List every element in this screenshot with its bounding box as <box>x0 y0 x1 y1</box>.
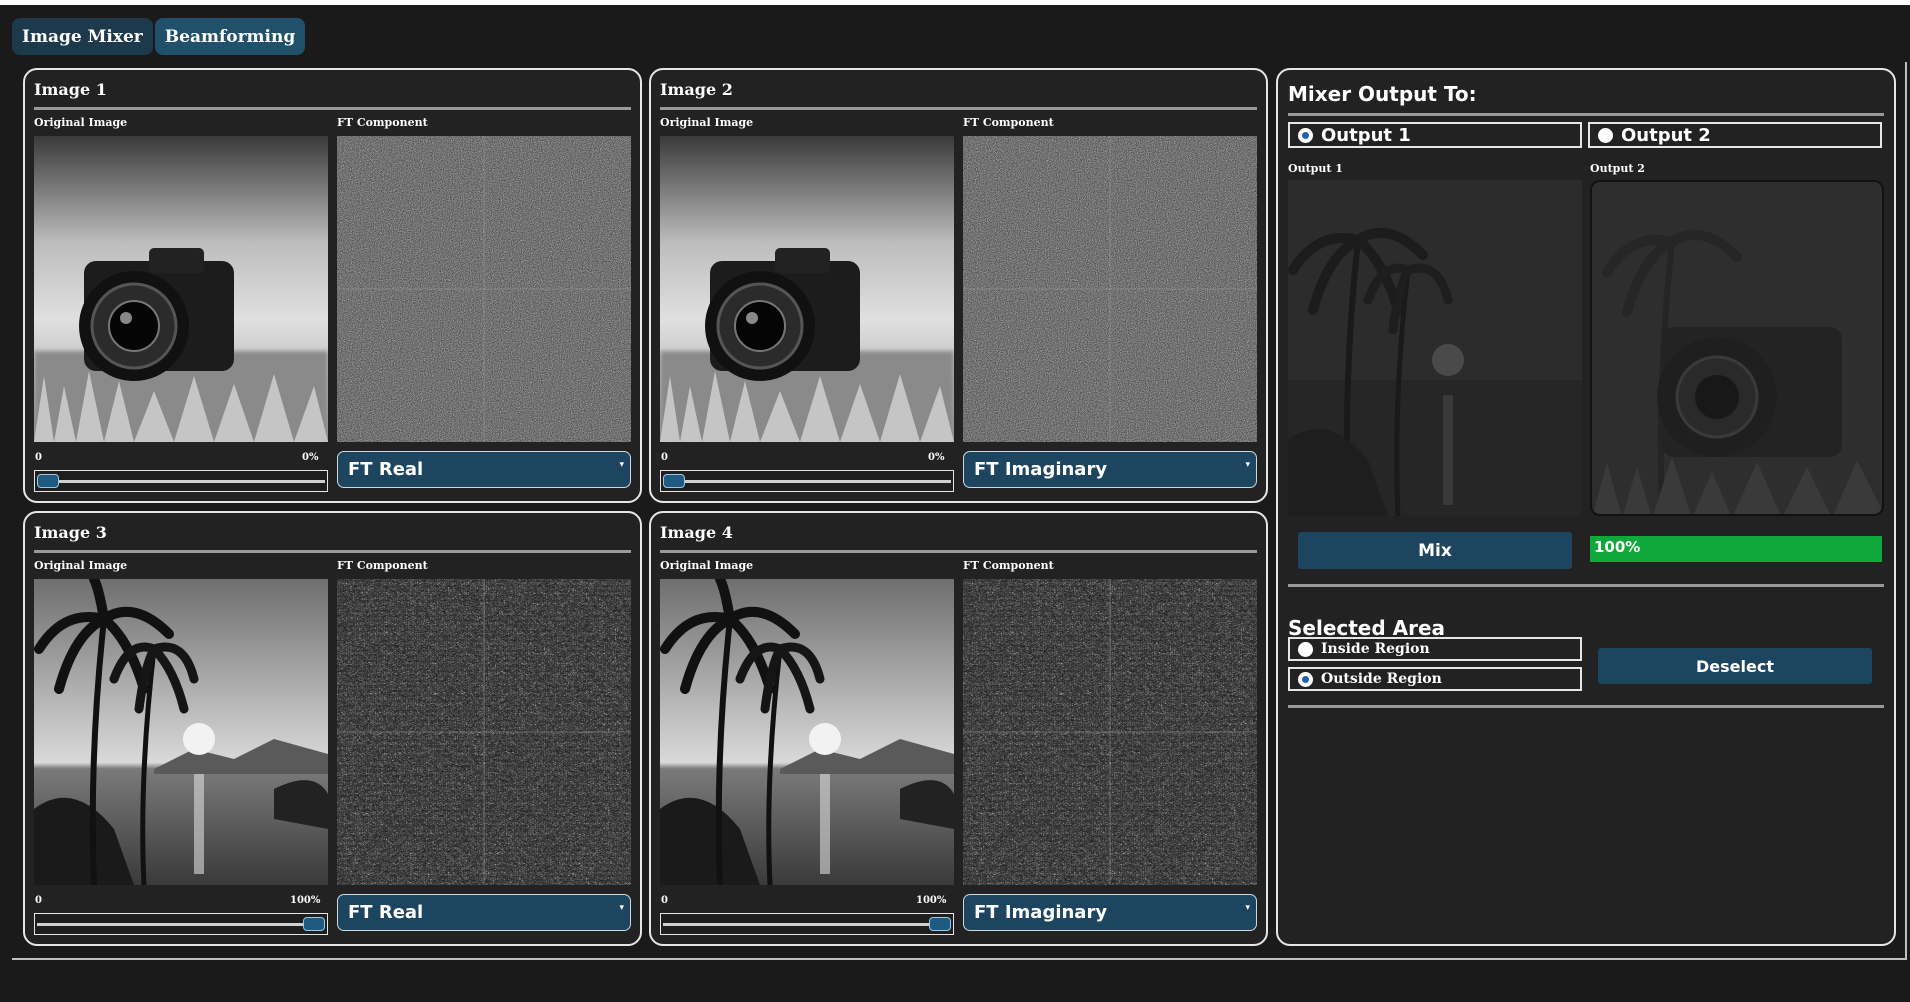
ft-noise-pattern <box>337 136 631 442</box>
radio-selected-icon <box>1298 671 1313 687</box>
camera-photo <box>34 136 328 442</box>
slider-value-label: 0% <box>302 452 319 463</box>
inside-region-radio[interactable]: Inside Region <box>1288 637 1582 661</box>
slider-track <box>663 480 951 483</box>
image-panel-3: Image 3 Original Image FT Component 0 10… <box>23 511 642 946</box>
output-2-radio[interactable]: Output 2 <box>1588 122 1882 148</box>
chevron-down-icon: ▾ <box>1245 903 1250 913</box>
tab-beamforming[interactable]: Beamforming <box>154 18 306 55</box>
deselect-button[interactable]: Deselect <box>1598 648 1872 684</box>
chevron-down-icon: ▾ <box>619 460 624 470</box>
slider-value-label: 0% <box>928 452 945 463</box>
divider <box>660 550 1257 553</box>
divider <box>1288 705 1884 708</box>
panel-title: Image 1 <box>34 80 107 99</box>
divider <box>1288 113 1884 116</box>
mix-button[interactable]: Mix <box>1298 532 1572 569</box>
chevron-down-icon: ▾ <box>1245 460 1250 470</box>
ft-component-label: FT Component <box>337 116 428 129</box>
palm-sunset-photo <box>660 579 954 885</box>
divider <box>660 107 1257 110</box>
panel-title: Image 2 <box>660 80 733 99</box>
ft-noise-pattern <box>963 136 1257 442</box>
output-2-label: Output 2 <box>1590 162 1645 175</box>
slider-min-label: 0 <box>661 452 668 463</box>
ft-component-view[interactable] <box>337 136 631 442</box>
component-select[interactable]: FT Imaginary ▾ <box>963 894 1257 931</box>
divider <box>34 107 631 110</box>
ft-component-label: FT Component <box>963 116 1054 129</box>
image-panel-1: Image 1 Original Image FT Component 0 0%… <box>23 68 642 503</box>
output-2-view[interactable] <box>1590 180 1884 516</box>
component-select[interactable]: FT Imaginary ▾ <box>963 451 1257 488</box>
slider-min-label: 0 <box>661 895 668 906</box>
palm-sunset-photo <box>34 579 328 885</box>
inside-region-label: Inside Region <box>1321 641 1430 657</box>
slider-thumb[interactable] <box>663 474 685 488</box>
slider-thumb[interactable] <box>303 917 325 931</box>
original-image-view[interactable] <box>660 579 954 885</box>
output-1-view[interactable] <box>1288 180 1582 516</box>
image-panel-4: Image 4 Original Image FT Component 0 10… <box>649 511 1268 946</box>
slider-value-label: 100% <box>916 895 947 906</box>
slider-min-label: 0 <box>35 895 42 906</box>
slider-thumb[interactable] <box>929 917 951 931</box>
slider-thumb[interactable] <box>37 474 59 488</box>
component-select-value: FT Real <box>348 902 424 923</box>
original-image-view[interactable] <box>660 136 954 442</box>
ft-component-view[interactable] <box>963 136 1257 442</box>
original-image-view[interactable] <box>34 579 328 885</box>
ft-noise-pattern <box>963 579 1257 885</box>
outside-region-radio[interactable]: Outside Region <box>1288 667 1582 691</box>
progress-text: 100% <box>1594 538 1641 556</box>
divider <box>1288 584 1884 587</box>
chevron-down-icon: ▾ <box>619 903 624 913</box>
weight-slider[interactable] <box>34 913 328 935</box>
slider-value-label: 100% <box>290 895 321 906</box>
image-panel-2: Image 2 Original Image FT Component 0 0%… <box>649 68 1268 503</box>
component-select-value: FT Real <box>348 459 424 480</box>
panel-title: Image 3 <box>34 523 107 542</box>
slider-min-label: 0 <box>35 452 42 463</box>
output-1-radio-label: Output 1 <box>1321 124 1411 146</box>
mix-progress-bar: 100% <box>1590 536 1882 562</box>
tab-image-mixer[interactable]: Image Mixer <box>12 18 153 55</box>
output-1-label: Output 1 <box>1288 162 1343 175</box>
output-1-image <box>1288 180 1582 516</box>
mixer-output-title: Mixer Output To: <box>1288 82 1477 106</box>
outside-region-label: Outside Region <box>1321 671 1442 687</box>
slider-track <box>37 923 325 926</box>
slider-track <box>37 480 325 483</box>
weight-slider[interactable] <box>660 470 954 492</box>
slider-track <box>663 923 951 926</box>
ft-component-label: FT Component <box>963 559 1054 572</box>
original-image-view[interactable] <box>34 136 328 442</box>
divider <box>34 550 631 553</box>
tab-bar: Image Mixer Beamforming <box>12 18 306 55</box>
panel-title: Image 4 <box>660 523 733 542</box>
radio-selected-icon <box>1298 127 1313 143</box>
weight-slider[interactable] <box>34 470 328 492</box>
component-select-value: FT Imaginary <box>974 459 1108 480</box>
output-2-image <box>1592 182 1882 514</box>
component-select[interactable]: FT Real ▾ <box>337 451 631 488</box>
original-image-label: Original Image <box>660 559 754 572</box>
radio-unselected-icon <box>1298 641 1313 657</box>
component-select-value: FT Imaginary <box>974 902 1108 923</box>
ft-component-view[interactable] <box>337 579 631 885</box>
window-top-border <box>0 0 1910 5</box>
radio-unselected-icon <box>1598 127 1613 143</box>
original-image-label: Original Image <box>34 559 128 572</box>
output-1-radio[interactable]: Output 1 <box>1288 122 1582 148</box>
camera-photo <box>660 136 954 442</box>
ft-component-view[interactable] <box>963 579 1257 885</box>
output-2-radio-label: Output 2 <box>1621 124 1711 146</box>
ft-component-label: FT Component <box>337 559 428 572</box>
component-select[interactable]: FT Real ▾ <box>337 894 631 931</box>
mixer-output-panel: Mixer Output To: Output 1 Output 2 Outpu… <box>1276 68 1896 946</box>
original-image-label: Original Image <box>660 116 754 129</box>
ft-noise-pattern <box>337 579 631 885</box>
original-image-label: Original Image <box>34 116 128 129</box>
weight-slider[interactable] <box>660 913 954 935</box>
